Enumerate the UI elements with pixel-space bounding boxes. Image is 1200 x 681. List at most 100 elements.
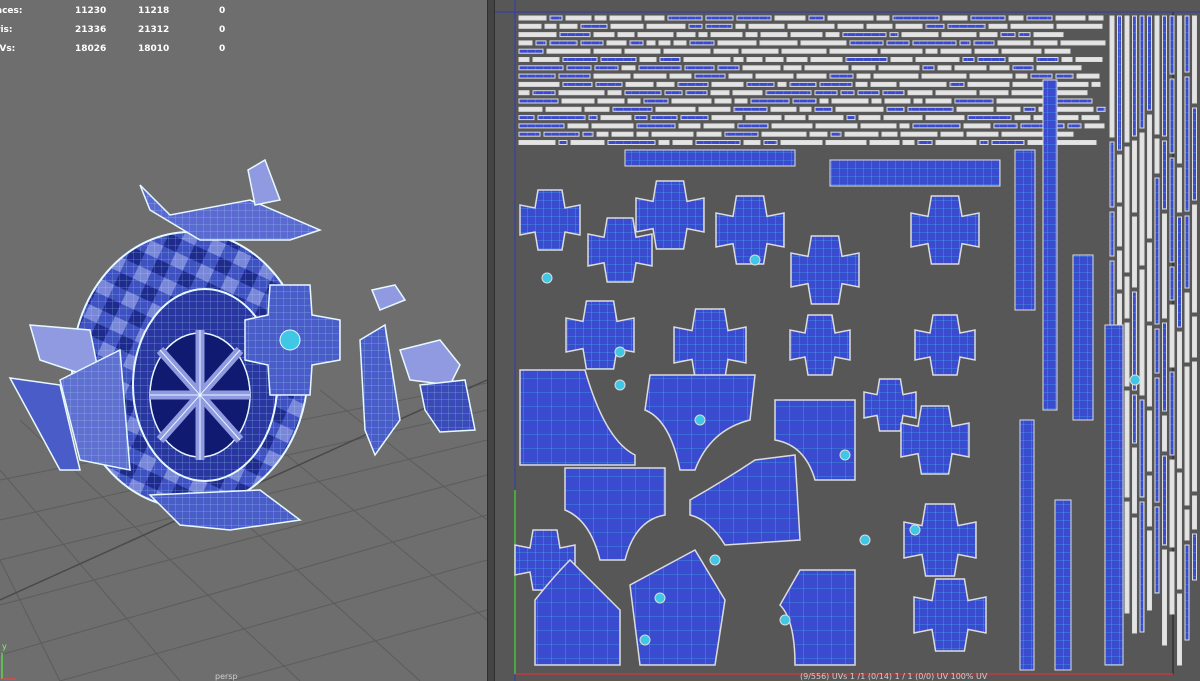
uv-strip[interactable] [974, 48, 999, 54]
uv-shell[interactable] [839, 449, 851, 461]
uv-strip[interactable] [954, 98, 994, 104]
uv-strip[interactable] [607, 140, 656, 145]
uv-shell[interactable] [565, 300, 635, 370]
uv-strip[interactable] [1033, 32, 1064, 38]
uv-strip[interactable] [771, 123, 813, 129]
uv-strip[interactable] [886, 106, 905, 112]
uv-strip[interactable] [737, 123, 769, 129]
uv-strip[interactable] [685, 90, 708, 96]
uv-strip[interactable] [954, 65, 987, 71]
uv-strip[interactable] [698, 106, 731, 112]
uv-strip[interactable] [561, 98, 595, 104]
uv-strip[interactable] [518, 23, 542, 29]
uv-strip[interactable] [1169, 304, 1175, 368]
uv-strip[interactable] [1076, 73, 1100, 79]
uv-strip[interactable] [1154, 15, 1160, 135]
uv-strip[interactable] [549, 40, 578, 46]
uv-strip[interactable] [814, 106, 833, 112]
uv-strip[interactable] [617, 32, 635, 38]
uv-strip[interactable] [890, 57, 913, 62]
uv-strip[interactable] [1117, 154, 1122, 203]
uv-strip[interactable] [532, 57, 560, 62]
uv-strip[interactable] [940, 48, 972, 54]
uv-strip[interactable] [755, 73, 794, 79]
uv-shell[interactable] [654, 592, 666, 604]
uv-strip[interactable] [967, 115, 1012, 121]
uv-strip[interactable] [895, 23, 923, 29]
uv-strip[interactable] [1015, 73, 1028, 79]
uv-strip[interactable] [814, 90, 838, 96]
uv-strip[interactable] [1139, 15, 1145, 129]
uv-strip[interactable] [845, 57, 888, 62]
uv-strip[interactable] [710, 32, 743, 38]
uv-strip[interactable] [1132, 216, 1137, 288]
uv-strip[interactable] [678, 123, 701, 129]
uv-strip[interactable] [1177, 216, 1182, 328]
uv-strip[interactable] [1014, 115, 1031, 121]
uv-strip[interactable] [881, 131, 898, 137]
uv-strip[interactable] [650, 115, 678, 121]
uv-strip[interactable] [1184, 509, 1190, 541]
uv-shell[interactable] [829, 159, 1001, 187]
uv-strip[interactable] [518, 65, 564, 71]
uv-strip[interactable] [925, 115, 965, 121]
uv-strip[interactable] [1192, 533, 1197, 581]
uv-strip[interactable] [1044, 48, 1071, 54]
uv-strip[interactable] [669, 73, 692, 79]
uv-strip[interactable] [655, 106, 696, 112]
uv-strip[interactable] [732, 90, 763, 96]
uv-strip[interactable] [558, 140, 568, 145]
uv-strip[interactable] [1162, 455, 1167, 546]
uv-strip[interactable] [532, 90, 556, 96]
uv-strip[interactable] [1036, 57, 1059, 62]
uv-strip[interactable] [1162, 549, 1167, 646]
uv-strip[interactable] [518, 90, 530, 96]
uv-strip[interactable] [545, 106, 582, 112]
uv-strip[interactable] [677, 81, 709, 87]
uv-strip[interactable] [1169, 371, 1175, 456]
uv-shell[interactable] [519, 189, 581, 251]
uv-strip[interactable] [858, 115, 881, 121]
uv-strip[interactable] [1084, 123, 1105, 129]
uv-strip[interactable] [518, 98, 559, 104]
uv-strip[interactable] [970, 15, 1006, 21]
uv-strip[interactable] [1010, 23, 1054, 29]
uv-strip[interactable] [1132, 447, 1137, 514]
uv-strip[interactable] [1177, 472, 1182, 590]
uv-strip[interactable] [627, 98, 641, 104]
uv-strip[interactable] [947, 23, 986, 29]
uv-strip[interactable] [646, 40, 656, 46]
uv-strip[interactable] [809, 131, 828, 137]
uv-shell[interactable] [1019, 419, 1035, 671]
uv-strip[interactable] [567, 123, 589, 129]
uv-strip[interactable] [518, 106, 543, 112]
uv-strip[interactable] [746, 81, 775, 87]
uv-strip[interactable] [710, 90, 730, 96]
uv-shell[interactable] [614, 346, 626, 358]
uv-shell[interactable] [639, 634, 651, 646]
uv-strip[interactable] [1169, 551, 1175, 615]
uv-strip[interactable] [624, 48, 661, 54]
uv-shell[interactable] [715, 195, 785, 265]
uv-strip[interactable] [790, 32, 823, 38]
uv-strip[interactable] [612, 106, 653, 112]
uv-shell[interactable] [789, 314, 851, 376]
uv-strip[interactable] [940, 131, 964, 137]
uv-strip[interactable] [784, 115, 806, 121]
uv-strip[interactable] [1033, 40, 1058, 46]
uv-strip[interactable] [1177, 593, 1182, 666]
uv-strip[interactable] [956, 106, 994, 112]
uv-strip[interactable] [588, 115, 598, 121]
uv-strip[interactable] [837, 23, 864, 29]
uv-strip[interactable] [997, 40, 1031, 46]
uv-shell[interactable] [673, 308, 747, 382]
uv-strip[interactable] [808, 115, 844, 121]
uv-strip[interactable] [651, 131, 694, 137]
uv-strip[interactable] [658, 40, 671, 46]
uv-strip[interactable] [1091, 81, 1101, 87]
uv-strip[interactable] [1139, 501, 1145, 633]
uv-strip[interactable] [711, 81, 744, 87]
uv-strip[interactable] [765, 90, 812, 96]
uv-strip[interactable] [1132, 140, 1137, 213]
uv-strip[interactable] [750, 98, 790, 104]
